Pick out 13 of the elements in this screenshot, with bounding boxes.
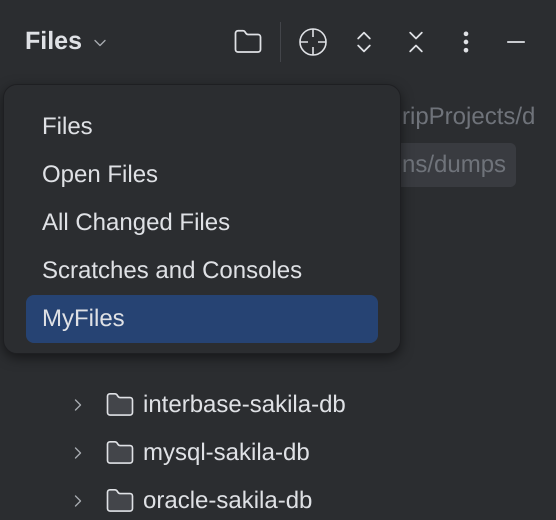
tree-row[interactable]: oracle-sakila-db — [0, 477, 556, 520]
locate-icon[interactable] — [298, 27, 328, 57]
folder-name: interbase-sakila-db — [143, 390, 346, 420]
menu-item[interactable]: MyFiles — [26, 295, 378, 343]
view-selector[interactable]: Files — [25, 23, 110, 61]
menu-item[interactable]: All Changed Files — [26, 199, 378, 247]
menu-item[interactable]: Open Files — [26, 151, 378, 199]
folder-name: mysql-sakila-db — [143, 438, 310, 468]
menu-item[interactable]: Files — [26, 103, 378, 151]
menu-item[interactable]: Scratches and Consoles — [26, 247, 378, 295]
tree-row[interactable]: mysql-sakila-db — [0, 429, 556, 477]
tree-row[interactable]: interbase-sakila-db — [0, 381, 556, 429]
folder-name: oracle-sakila-db — [143, 486, 312, 516]
